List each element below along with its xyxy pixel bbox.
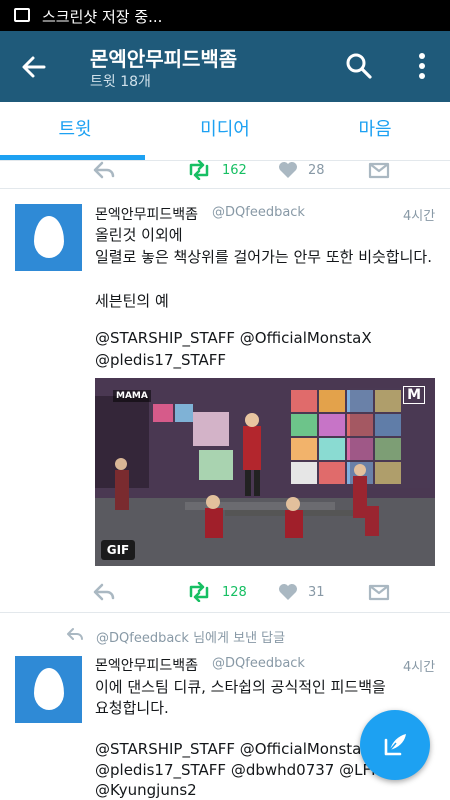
reply-arrow-icon — [66, 627, 84, 645]
tweet-media-gif[interactable]: MAMA M GIF — [95, 378, 435, 566]
divider — [0, 188, 450, 189]
gif-badge: GIF — [101, 540, 135, 560]
prev-tweet-actions: 162 28 — [0, 150, 450, 190]
image-icon — [14, 8, 30, 22]
tweet-mention-line[interactable]: @STARSHIP_STAFF @OfficialMonstaX — [95, 329, 372, 347]
egg-avatar-icon — [34, 668, 64, 710]
tweet-author-name[interactable]: 몬엑안무피드백좀 — [95, 655, 198, 675]
status-notification-text: 스크린샷 저장 중... — [42, 8, 163, 26]
status-bar: 스크린샷 저장 중... — [0, 0, 450, 31]
tweet-text-line: 세븐틴의 예 — [95, 292, 169, 310]
dm-icon[interactable] — [368, 578, 390, 606]
tweet-time: 4시간 — [403, 209, 436, 224]
retweet-count: 162 — [222, 162, 247, 178]
reply-context[interactable]: @DQfeedback 님에게 보낸 답글 — [66, 626, 285, 646]
retweet-count: 128 — [222, 584, 247, 600]
tweet-author-handle: @DQfeedback — [212, 205, 305, 220]
reply-icon[interactable] — [92, 156, 116, 184]
retweet-button[interactable]: 162 — [186, 156, 247, 184]
tweet-text-line: 일렬로 놓은 책상위를 걸어가는 안무 또한 비슷합니다. — [95, 248, 432, 266]
retweet-icon — [186, 582, 212, 602]
app-bar: 몬엑안무피드백좀 트윗 18개 — [0, 31, 450, 102]
dm-icon[interactable] — [368, 156, 390, 184]
tweet-author-name[interactable]: 몬엑안무피드백좀 — [95, 204, 198, 224]
tweet-mention-line[interactable]: @pledis17_STAFF — [95, 351, 226, 369]
more-vert-icon[interactable] — [410, 51, 434, 81]
compose-tweet-icon — [380, 730, 410, 764]
heart-icon — [278, 583, 298, 601]
tweet-mention-line[interactable]: @STARSHIP_STAFF @OfficialMonstaX — [95, 740, 372, 758]
like-count: 28 — [308, 162, 325, 178]
retweet-icon — [186, 160, 212, 180]
tweet-count-subtitle: 트윗 18개 — [90, 74, 151, 90]
tweet-mention-line[interactable]: @pledis17_STAFF @dbwhd0737 @LFH — [95, 761, 382, 779]
mnet-corner-logo: M — [403, 386, 425, 404]
arrow-back-icon[interactable] — [18, 51, 50, 83]
heart-icon — [278, 161, 298, 179]
search-icon[interactable] — [344, 51, 374, 81]
tweet-actions: 128 31 — [0, 572, 450, 612]
tweet-mention-line[interactable]: @Kyungjuns2 — [95, 781, 197, 799]
like-count: 31 — [308, 584, 325, 600]
like-button[interactable]: 31 — [278, 578, 325, 606]
compose-tweet-button[interactable] — [360, 710, 430, 780]
retweet-button[interactable]: 128 — [186, 578, 247, 606]
tweet-time: 4시간 — [403, 660, 436, 675]
tweet-author-handle: @DQfeedback — [212, 656, 305, 671]
egg-avatar-icon — [34, 216, 64, 258]
reply-icon[interactable] — [92, 578, 116, 606]
reply-context-text: @DQfeedback 님에게 보낸 답글 — [96, 630, 286, 646]
divider — [0, 612, 450, 613]
avatar[interactable] — [15, 204, 82, 271]
mama-watermark: MAMA — [113, 390, 151, 402]
tweet-text-line: 이에 댄스팀 디큐, 스타쉽의 공식적인 피드백을 — [95, 678, 386, 696]
tweet-text-line: 요청합니다. — [95, 699, 169, 717]
avatar[interactable] — [15, 656, 82, 723]
profile-title: 몬엑안무피드백좀 — [90, 47, 238, 71]
gif-frame-illustration — [95, 378, 435, 566]
like-button[interactable]: 28 — [278, 156, 325, 184]
tweet-text-line: 올린것 이외에 — [95, 226, 183, 244]
